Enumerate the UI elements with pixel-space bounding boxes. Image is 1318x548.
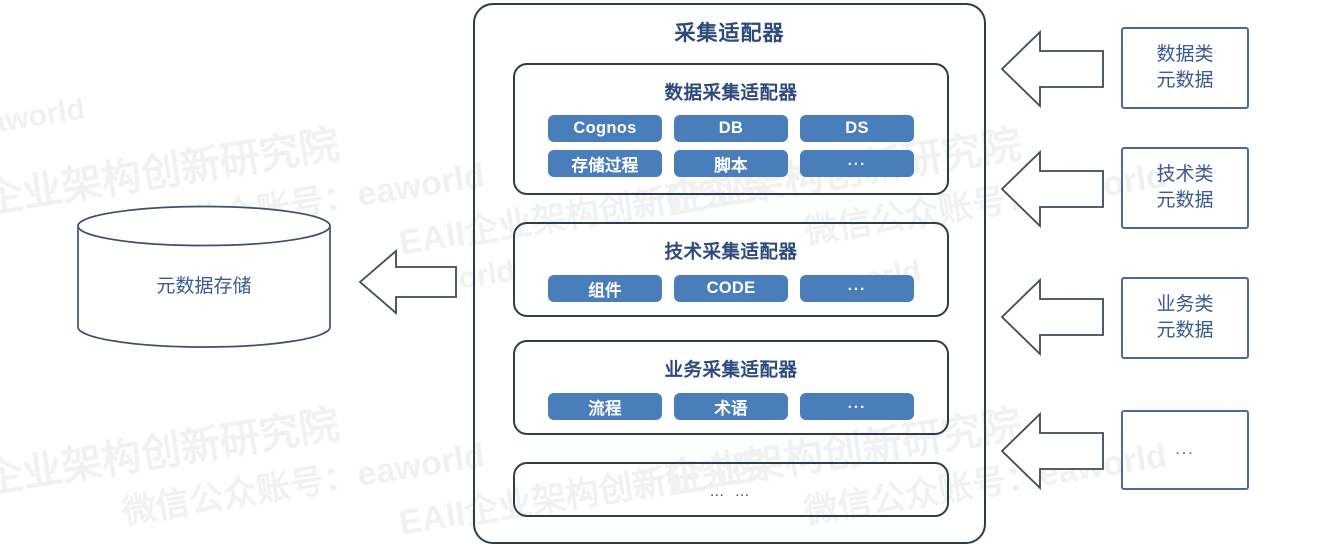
pill-db[interactable]: DB xyxy=(674,115,788,142)
pill-more-tech[interactable]: ... xyxy=(800,275,914,302)
pill-cognos[interactable]: Cognos xyxy=(548,115,662,142)
source-line-1: 技术类 xyxy=(1156,164,1214,185)
arrow-tech-metadata xyxy=(1000,150,1105,228)
source-line-2: 元数据 xyxy=(1156,190,1214,211)
business-collection-adapter-title: 业务采集适配器 xyxy=(664,359,798,380)
source-box-tech-metadata[interactable]: 技术类 元数据 xyxy=(1121,147,1249,229)
collection-adapter-title: 采集适配器 xyxy=(674,22,785,45)
source-box-more-metadata[interactable]: ... xyxy=(1121,410,1249,490)
business-collection-adapter-group: 业务采集适配器 流程 术语 ... xyxy=(513,340,949,435)
source-line-2: 元数据 xyxy=(1156,320,1214,341)
arrow-to-store xyxy=(358,249,458,315)
pill-stored-procedure[interactable]: 存储过程 xyxy=(548,150,662,177)
pill-ds[interactable]: DS xyxy=(800,115,914,142)
pill-code[interactable]: CODE xyxy=(674,275,788,302)
tech-collection-adapter-group: 技术采集适配器 组件 CODE ... xyxy=(513,222,949,317)
architecture-diagram: 元数据存储 采集适配器 数据采集适配器 Cognos DB DS 存储过程 脚本… xyxy=(0,0,1318,548)
more-adapters-label: … … xyxy=(709,483,753,500)
pill-script[interactable]: 脚本 xyxy=(674,150,788,177)
pill-more-business[interactable]: ... xyxy=(800,393,914,420)
metadata-store-cylinder: 元数据存储 xyxy=(76,205,332,348)
data-collection-adapter-group: 数据采集适配器 Cognos DB DS 存储过程 脚本 ... xyxy=(513,63,949,195)
source-line-1: 数据类 xyxy=(1156,44,1214,65)
arrow-business-metadata xyxy=(1000,278,1105,356)
data-adapter-pill-row-2: 存储过程 脚本 ... xyxy=(515,150,947,177)
pill-process[interactable]: 流程 xyxy=(548,393,662,420)
pill-component[interactable]: 组件 xyxy=(548,275,662,302)
source-line-1: 业务类 xyxy=(1156,294,1214,315)
arrow-more-metadata xyxy=(1000,412,1105,490)
more-adapters-group: … … xyxy=(513,462,949,517)
tech-adapter-pill-row: 组件 CODE ... xyxy=(515,275,947,302)
pill-term[interactable]: 术语 xyxy=(674,393,788,420)
collection-adapter-container: 采集适配器 数据采集适配器 Cognos DB DS 存储过程 脚本 ... 技… xyxy=(473,3,986,544)
source-line-1: ... xyxy=(1175,441,1195,458)
pill-more-data[interactable]: ... xyxy=(800,150,914,177)
tech-collection-adapter-title: 技术采集适配器 xyxy=(664,241,798,262)
data-adapter-pill-row-1: Cognos DB DS xyxy=(515,115,947,142)
source-box-data-metadata[interactable]: 数据类 元数据 xyxy=(1121,27,1249,109)
business-adapter-pill-row: 流程 术语 ... xyxy=(515,393,947,420)
data-collection-adapter-title: 数据采集适配器 xyxy=(664,82,798,103)
arrow-data-metadata xyxy=(1000,30,1105,108)
source-box-business-metadata[interactable]: 业务类 元数据 xyxy=(1121,277,1249,359)
source-line-2: 元数据 xyxy=(1156,70,1214,91)
metadata-store-label: 元数据存储 xyxy=(156,276,252,297)
